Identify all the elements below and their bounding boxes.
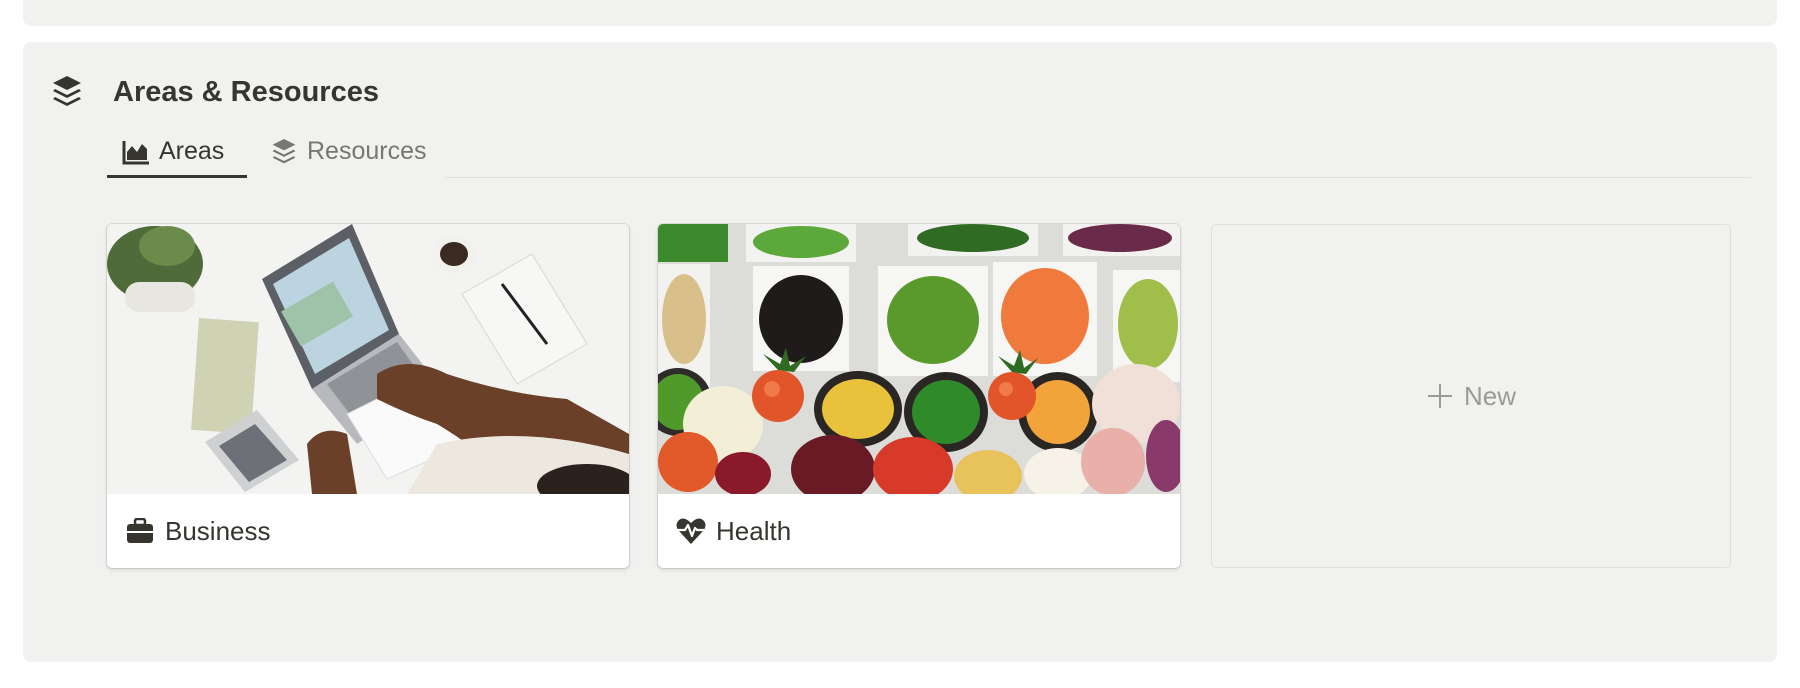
layers-icon — [269, 137, 299, 167]
tab-label: Resources — [307, 137, 427, 165]
previous-section-panel — [23, 0, 1777, 26]
layers-icon — [51, 72, 83, 112]
card-cover-image — [107, 224, 629, 494]
gallery-card-health[interactable]: Health — [658, 224, 1180, 568]
view-tabs: Areas Resources — [107, 128, 1751, 178]
new-card-content: New — [1426, 381, 1516, 412]
area-chart-icon — [121, 137, 151, 167]
gallery-card-business[interactable]: Business — [107, 224, 629, 568]
briefcase-icon — [125, 516, 155, 546]
areas-resources-section: Areas & Resources Areas Resources Busine… — [23, 42, 1777, 662]
plus-icon — [1426, 382, 1454, 410]
card-title: Business — [165, 515, 271, 546]
tabs-divider — [445, 177, 1751, 178]
new-card-button[interactable]: New — [1211, 224, 1731, 568]
tab-label: Areas — [159, 137, 225, 165]
card-title-row: Business — [125, 508, 271, 554]
section-title: Areas & Resources — [113, 75, 379, 108]
tab-areas[interactable]: Areas — [107, 128, 247, 178]
heartbeat-icon — [676, 516, 706, 546]
card-title: Health — [716, 515, 792, 546]
card-cover-image — [658, 224, 1180, 494]
new-label: New — [1463, 380, 1516, 411]
section-header: Areas & Resources — [51, 72, 379, 112]
tab-resources[interactable]: Resources — [269, 128, 449, 175]
card-title-row: Health — [676, 508, 791, 554]
